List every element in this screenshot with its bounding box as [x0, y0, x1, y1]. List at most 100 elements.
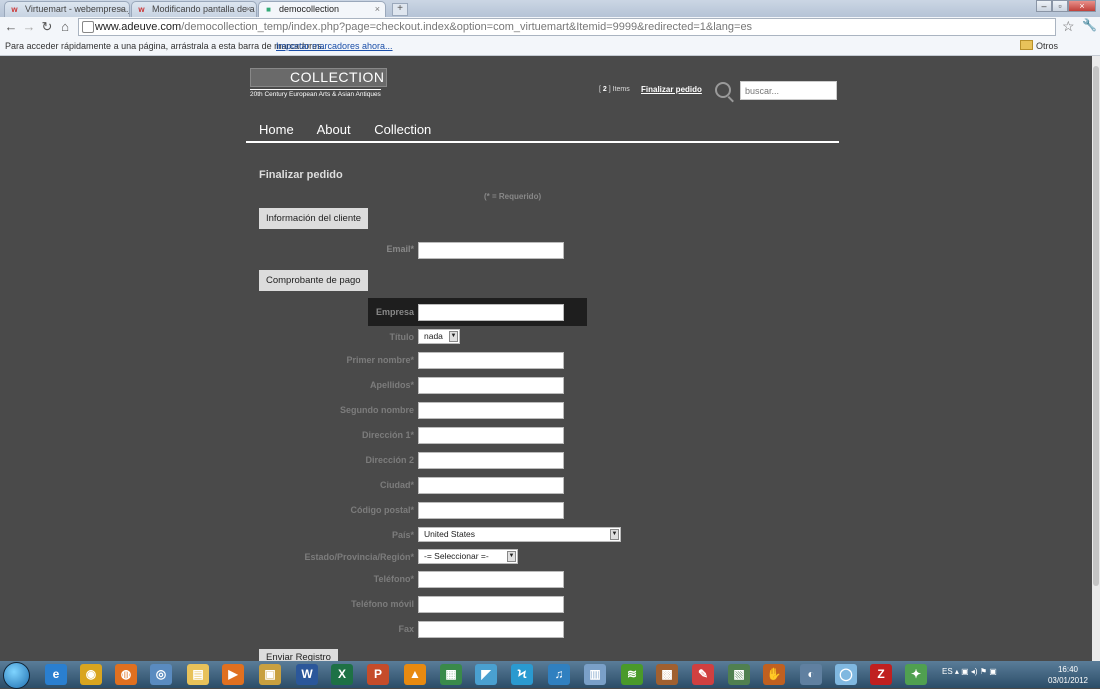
site-favicon-icon: ■	[266, 5, 271, 14]
phone-field[interactable]	[418, 571, 564, 588]
new-tab-button[interactable]: +	[392, 3, 408, 16]
site-logo[interactable]: COLLECTION 20th Century European Arts & …	[250, 68, 387, 100]
dropdown-arrow-icon: ▼	[610, 529, 619, 540]
last-name-field[interactable]	[418, 377, 564, 394]
browser-tab-bar: w Virtuemart - webempresa.jo × w Modific…	[0, 0, 1100, 17]
billing-section[interactable]: Comprobante de pago	[259, 270, 368, 291]
search-icon[interactable]	[715, 82, 731, 98]
tab-virtuemart[interactable]: w Virtuemart - webempresa.jo ×	[4, 1, 130, 17]
windows-taskbar: e ◉ ◍ ◎ ▤ ▶ ▣ W X P ▲ ▦ ◤ Ϟ ♫ ▥ ≋ ▩ ✎ ▧ …	[0, 661, 1100, 689]
app-icon[interactable]: ▣	[259, 664, 281, 685]
city-field[interactable]	[418, 477, 564, 494]
postal-code-label: Código postal*	[350, 505, 415, 515]
mobile-field[interactable]	[418, 596, 564, 613]
reload-icon[interactable]: ↻	[39, 19, 55, 35]
tab-modificando[interactable]: w Modificando pantalla de a ×	[131, 1, 257, 17]
address1-field[interactable]	[418, 427, 564, 444]
internet-explorer-icon[interactable]: e	[45, 664, 67, 685]
app-icon[interactable]: ◯	[835, 664, 857, 685]
chrome-icon[interactable]: ◉	[80, 664, 102, 685]
title-select[interactable]: nada ▼	[418, 329, 460, 344]
checkout-link[interactable]: Finalizar pedido	[641, 85, 702, 94]
nav-about[interactable]: About	[317, 122, 351, 137]
middle-name-field[interactable]	[418, 402, 564, 419]
close-window-icon[interactable]: ×	[1068, 0, 1096, 12]
address2-label: Dirección 2	[365, 455, 414, 465]
state-select[interactable]: -= Seleccionar =- ▼	[418, 549, 518, 564]
dropdown-arrow-icon: ▼	[449, 331, 458, 342]
app-icon[interactable]: ◐	[800, 664, 822, 685]
home-icon[interactable]: ⌂	[57, 19, 73, 35]
filezilla-icon[interactable]: Z	[870, 664, 892, 685]
company-field[interactable]	[418, 304, 564, 321]
address-bar[interactable]: www.adeuve.com/democollection_temp/index…	[78, 18, 1056, 36]
city-label: Ciudad*	[379, 480, 414, 490]
wrench-menu-icon[interactable]: 🔧	[1082, 18, 1097, 32]
site-favicon-icon: w	[138, 5, 145, 14]
company-label: Empresa	[375, 307, 414, 317]
word-icon[interactable]: W	[296, 664, 318, 685]
main-nav: Home About Collection	[259, 122, 451, 137]
dropdown-arrow-icon: ▼	[507, 551, 516, 562]
state-label: Estado/Provincia/Región*	[304, 552, 414, 562]
back-arrow-icon[interactable]: ←	[3, 19, 19, 35]
app-icon[interactable]: ◎	[150, 664, 172, 685]
excel-icon[interactable]: X	[331, 664, 353, 685]
country-select[interactable]: United States ▼	[418, 527, 621, 542]
address2-field[interactable]	[418, 452, 564, 469]
app-icon[interactable]: ▧	[728, 664, 750, 685]
first-name-field[interactable]	[418, 352, 564, 369]
customer-info-section[interactable]: Información del cliente	[259, 208, 369, 229]
nav-collection[interactable]: Collection	[374, 122, 431, 137]
cart-summary[interactable]: [ 2 ] Items	[599, 86, 630, 93]
notepad-plus-icon[interactable]: ✦	[905, 664, 927, 685]
nav-divider	[246, 141, 839, 143]
itunes-icon[interactable]: ♫	[548, 664, 570, 685]
media-player-icon[interactable]: ▶	[222, 664, 244, 685]
maximize-icon[interactable]: ▫	[1052, 0, 1068, 12]
mobile-label: Teléfono móvil	[351, 599, 414, 609]
postal-code-field[interactable]	[418, 502, 564, 519]
middle-name-label: Segundo nombre	[340, 405, 414, 415]
scrollbar-thumb[interactable]	[1093, 66, 1099, 586]
app-icon[interactable]: ◤	[475, 664, 497, 685]
import-bookmarks-link[interactable]: Importar marcadores ahora...	[276, 38, 393, 54]
forward-arrow-icon[interactable]: →	[21, 19, 37, 35]
app-icon[interactable]: ▦	[440, 664, 462, 685]
search-input[interactable]	[740, 81, 837, 100]
email-label: Email*	[386, 244, 414, 254]
browser-toolbar: ← → ↻ ⌂ www.adeuve.com/democollection_te…	[0, 17, 1100, 39]
close-tab-icon[interactable]: ×	[375, 2, 380, 17]
fax-field[interactable]	[418, 621, 564, 638]
close-tab-icon[interactable]: ×	[119, 2, 124, 17]
app-icon[interactable]: ✎	[692, 664, 714, 685]
site-favicon-icon: w	[11, 5, 18, 14]
app-icon[interactable]: ▥	[584, 664, 606, 685]
submit-registration-button[interactable]: Enviar Registro	[259, 649, 338, 661]
tab-democollection[interactable]: ■ democollection ×	[258, 1, 386, 17]
firefox-icon[interactable]: ◍	[115, 664, 137, 685]
address1-label: Dirección 1*	[361, 430, 414, 440]
vlc-icon[interactable]: ▲	[404, 664, 426, 685]
phone-label: Teléfono*	[373, 574, 414, 584]
system-tray[interactable]: ES ▴ ▣ ◂) ⚑ ▣	[942, 667, 997, 676]
close-tab-icon[interactable]: ×	[246, 2, 251, 17]
spotify-icon[interactable]: ≋	[621, 664, 643, 685]
required-note: (* = Requerido)	[484, 192, 542, 201]
powerpoint-icon[interactable]: P	[367, 664, 389, 685]
explorer-folder-icon[interactable]: ▤	[187, 664, 209, 685]
country-label: País*	[391, 530, 414, 540]
gimp-icon[interactable]: ✋	[763, 664, 785, 685]
app-icon[interactable]: Ϟ	[511, 664, 533, 685]
start-button-icon[interactable]	[3, 662, 30, 689]
minimize-icon[interactable]: –	[1036, 0, 1052, 12]
bookmark-star-icon[interactable]: ☆	[1062, 18, 1075, 35]
email-field[interactable]	[418, 242, 564, 259]
folder-icon	[1020, 40, 1033, 50]
app-icon[interactable]: ▩	[656, 664, 678, 685]
page-scrollbar[interactable]	[1092, 56, 1100, 661]
nav-home[interactable]: Home	[259, 122, 294, 137]
system-clock[interactable]: 16:40 03/01/2012	[1040, 664, 1096, 686]
page-icon	[82, 21, 94, 33]
first-name-label: Primer nombre*	[346, 355, 414, 365]
